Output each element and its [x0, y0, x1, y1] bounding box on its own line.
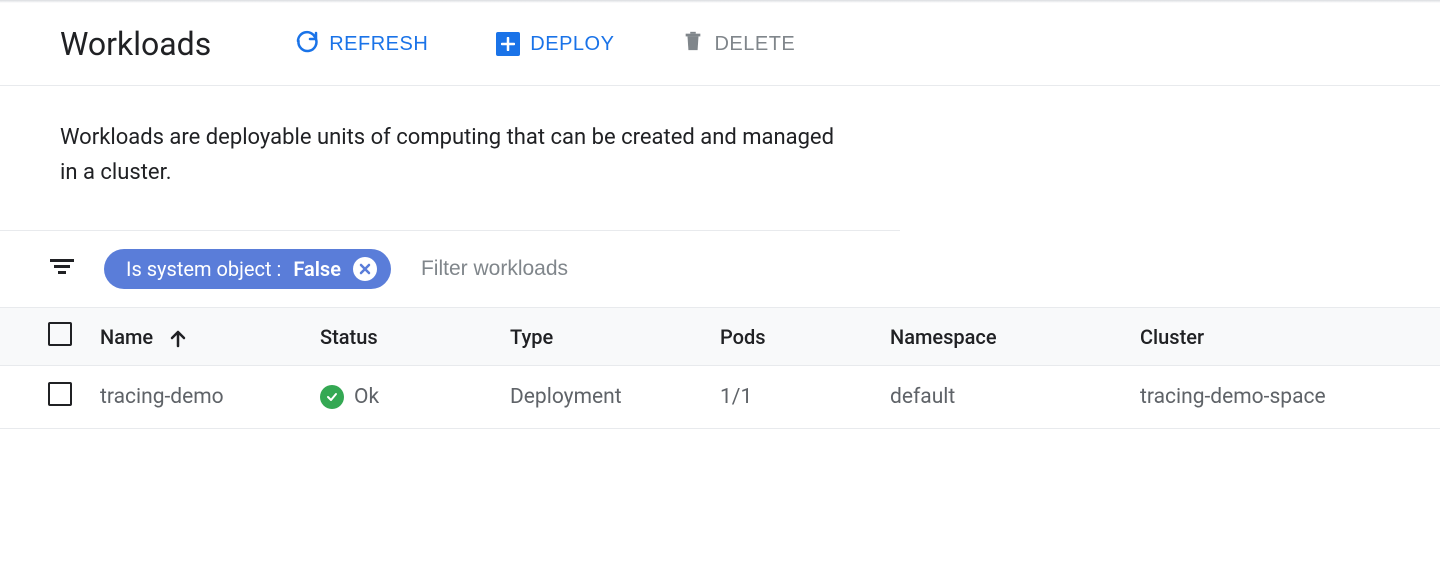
workloads-table: Name Status Type Pods Namespace Cluster …: [0, 307, 1440, 429]
row-checkbox[interactable]: [48, 382, 72, 406]
filter-bar: Is system object : False: [0, 231, 1440, 307]
column-header-name[interactable]: Name: [100, 308, 320, 366]
chip-value: False: [293, 257, 341, 281]
workload-cluster: tracing-demo-space: [1140, 366, 1440, 429]
page-description: Workloads are deployable units of comput…: [0, 86, 900, 231]
refresh-button[interactable]: REFRESH: [291, 23, 432, 65]
chip-key: Is system object :: [126, 257, 281, 281]
page-title: Workloads: [60, 25, 211, 63]
delete-button[interactable]: DELETE: [678, 23, 799, 65]
filter-icon[interactable]: [50, 259, 74, 279]
arrow-up-icon: [168, 329, 188, 349]
table-row[interactable]: tracing-demo Ok Deployment 1/1 default t…: [0, 366, 1440, 429]
plus-square-icon: [496, 32, 520, 56]
column-header-namespace[interactable]: Namespace: [890, 308, 1140, 366]
column-header-cluster[interactable]: Cluster: [1140, 308, 1440, 366]
workload-pods: 1/1: [720, 366, 890, 429]
workload-name[interactable]: tracing-demo: [100, 366, 320, 429]
filter-chip-system-object[interactable]: Is system object : False: [104, 249, 391, 289]
column-header-pods[interactable]: Pods: [720, 308, 890, 366]
header-actions: REFRESH DEPLOY DELETE: [291, 23, 799, 65]
page-header: Workloads REFRESH DEPLOY: [0, 3, 1440, 86]
close-icon[interactable]: [353, 257, 377, 281]
column-header-status[interactable]: Status: [320, 308, 510, 366]
refresh-icon: [295, 29, 319, 59]
table-header-row: Name Status Type Pods Namespace Cluster: [0, 308, 1440, 366]
trash-icon: [682, 29, 704, 59]
deploy-button[interactable]: DEPLOY: [492, 26, 618, 62]
column-header-type[interactable]: Type: [510, 308, 720, 366]
workload-type: Deployment: [510, 366, 720, 429]
workload-namespace: default: [890, 366, 1140, 429]
filter-input[interactable]: [421, 257, 1390, 281]
status-cell: Ok: [320, 385, 510, 409]
status-text: Ok: [354, 385, 379, 409]
select-all-checkbox[interactable]: [48, 322, 72, 346]
check-circle-icon: [320, 385, 344, 409]
